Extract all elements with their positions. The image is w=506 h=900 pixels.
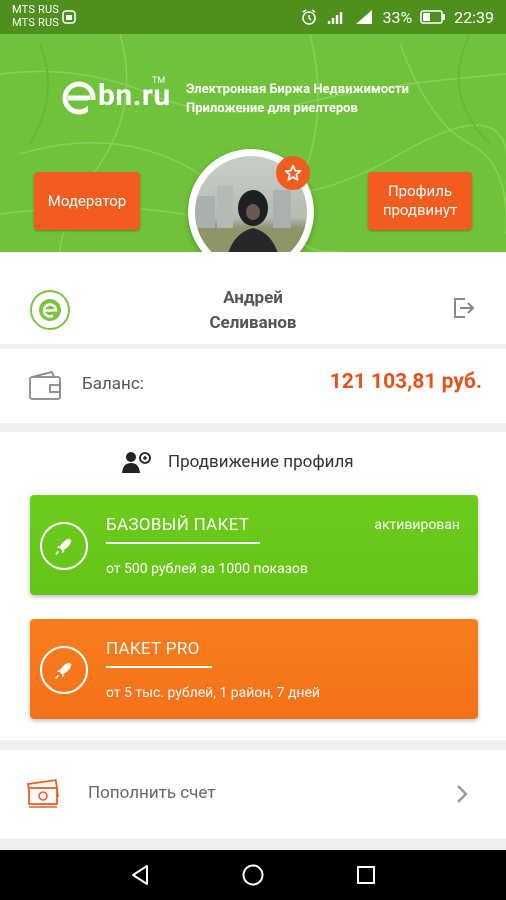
recents-icon[interactable] xyxy=(354,863,378,887)
moderator-button[interactable]: Модератор xyxy=(34,172,140,230)
top-up-label: Пополнить счет xyxy=(88,783,216,803)
rocket-icon xyxy=(55,662,72,679)
signal-icon xyxy=(356,10,373,24)
user-name: Андрей Селиванов xyxy=(150,286,356,336)
package-description: от 500 рублей за 1000 показов xyxy=(106,561,308,577)
rocket-circle xyxy=(40,522,88,570)
ebn-badge-icon xyxy=(30,290,70,330)
balance-label: Баланс: xyxy=(82,374,144,394)
tagline-line-2: Приложение для риелтеров xyxy=(186,101,358,116)
clock: 22:39 xyxy=(454,7,494,27)
carrier-1: MTS RUS xyxy=(12,3,60,16)
star-icon xyxy=(284,164,302,181)
profile-promoted-button[interactable]: Профиль продвинут xyxy=(368,172,472,230)
status-bar: MTS RUS MTS RUS 33% 22:39 xyxy=(0,0,506,34)
home-icon[interactable] xyxy=(241,863,265,887)
money-icon xyxy=(27,779,59,808)
basic-package-button[interactable]: БАЗОВЫЙ ПАКЕТ активирован от 500 рублей … xyxy=(30,495,478,595)
battery-icon xyxy=(420,10,446,24)
status-right: 33% 22:39 xyxy=(300,0,494,34)
promo-person-icon xyxy=(122,452,151,473)
pro-package-button[interactable]: ПАКЕТ PRO от 5 тыс. рублей, 1 район, 7 д… xyxy=(30,619,478,719)
carrier-info: MTS RUS MTS RUS xyxy=(12,3,59,29)
top-up-row[interactable] xyxy=(0,750,506,838)
badge-e-icon xyxy=(39,299,61,321)
favorite-star-button[interactable] xyxy=(276,156,310,190)
rocket-icon xyxy=(55,538,72,555)
tagline-line-1: Электронная Биржа Недвижимости xyxy=(186,82,409,97)
trademark: TM xyxy=(152,76,166,86)
package-status: активирован xyxy=(374,517,460,533)
user-last-name: Селиванов xyxy=(209,313,297,333)
balance-value: 121 103,81 руб. xyxy=(329,370,482,394)
package-name: БАЗОВЫЙ ПАКЕТ xyxy=(106,515,250,535)
tagline: Электронная Биржа Недвижимости Приложени… xyxy=(186,80,409,118)
package-name: ПАКЕТ PRO xyxy=(106,639,200,659)
package-description: от 5 тыс. рублей, 1 район, 7 дней xyxy=(106,685,321,701)
package-underline xyxy=(106,542,260,544)
navigation-bar xyxy=(0,850,506,900)
package-underline xyxy=(106,666,212,668)
logout-icon[interactable] xyxy=(450,295,476,321)
chevron-right-icon[interactable] xyxy=(452,782,472,806)
back-icon[interactable] xyxy=(128,863,152,887)
promotion-title: Продвижение профиля xyxy=(168,452,354,472)
shield-status-icon xyxy=(62,10,76,24)
battery-percent: 33% xyxy=(382,7,413,27)
rocket-circle xyxy=(40,646,88,694)
alarm-icon xyxy=(302,9,317,25)
user-first-name: Андрей xyxy=(223,288,283,308)
wallet-icon xyxy=(29,370,61,400)
wifi-signal-icon xyxy=(328,12,343,24)
logo-e-icon xyxy=(62,81,98,115)
carrier-2: MTS RUS xyxy=(12,16,60,29)
